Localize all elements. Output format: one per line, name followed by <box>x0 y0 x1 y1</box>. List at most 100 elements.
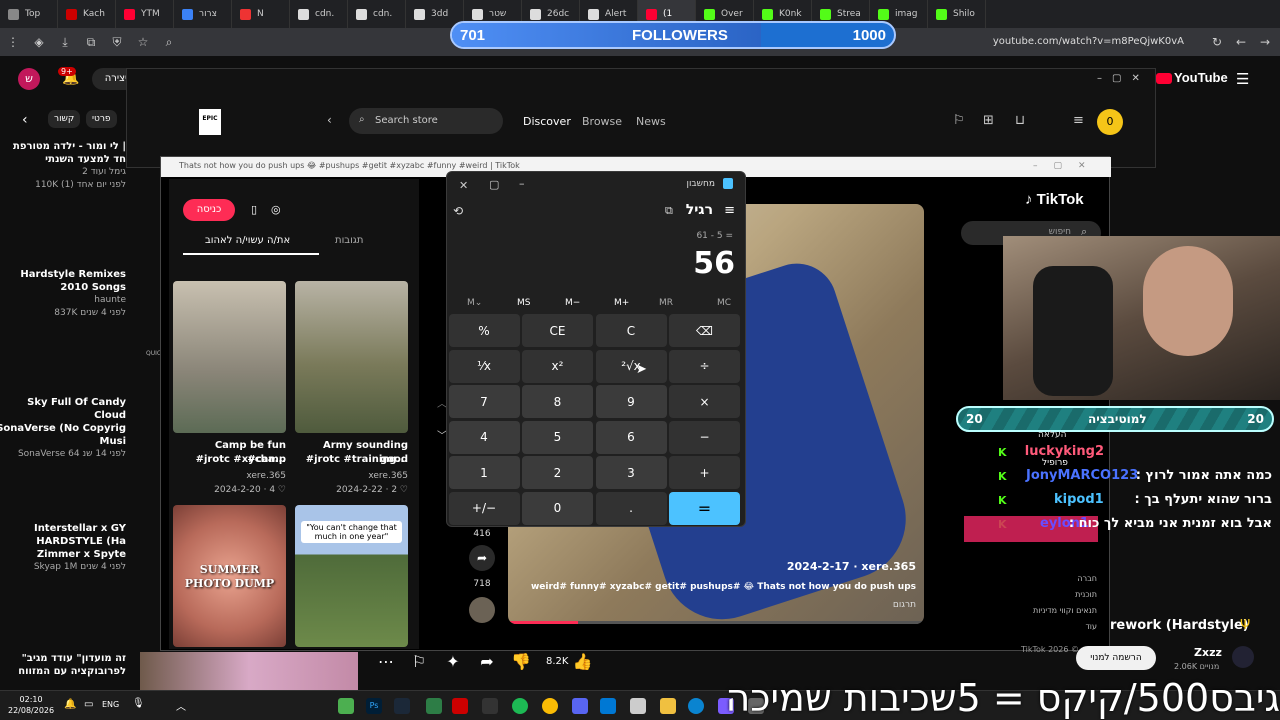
chip-personal[interactable]: פרטי <box>86 110 117 128</box>
download-icon[interactable]: ⤓ <box>58 35 72 50</box>
video-thumbnail[interactable] <box>295 281 408 433</box>
taskbar-app-icon[interactable] <box>426 698 442 714</box>
window-controls[interactable]: –▢✕ <box>1033 161 1102 171</box>
square-root-button[interactable]: ²√x <box>595 349 667 383</box>
video-author[interactable]: xere.365 <box>173 471 286 481</box>
bookmark-icon[interactable]: ⚐ <box>953 113 965 128</box>
memory-add-button[interactable]: M+ <box>614 298 629 308</box>
mic-icon[interactable]: 🎙 <box>132 698 145 709</box>
hamburger-icon[interactable]: ☰ <box>1236 70 1249 88</box>
related-video[interactable]: "זה מועדון" עודד מגיב לפרובוקציה עם המזו… <box>0 652 126 678</box>
related-video[interactable]: Hardstyle Remixes 2010 Songs haunte 837K… <box>0 268 126 320</box>
digit-4-button[interactable]: 4 <box>448 420 520 454</box>
taskbar-app-icon[interactable] <box>452 698 468 714</box>
backspace-button[interactable]: ⌫ <box>669 314 740 347</box>
taskbar-app-icon[interactable] <box>338 698 354 714</box>
video-author[interactable]: xere.365 <box>295 471 408 481</box>
subtract-button[interactable]: − <box>669 420 740 454</box>
digit-7-button[interactable]: 7 <box>448 385 520 418</box>
avatar[interactable]: ש <box>18 68 40 90</box>
cart-icon[interactable]: ⊔ <box>1015 113 1025 128</box>
video-title[interactable]: #jrotc #training... <box>295 453 408 467</box>
dislike-icon[interactable]: 👎 <box>504 652 538 671</box>
video-thumbnail[interactable] <box>173 281 286 433</box>
chip-related[interactable]: קשור <box>48 110 81 128</box>
video-thumbnail[interactable]: "You can't change that much in one year" <box>295 505 408 647</box>
square-button[interactable]: x² <box>522 349 593 383</box>
zoom-icon[interactable]: ⌕ <box>162 35 176 50</box>
steam-icon[interactable] <box>394 698 410 714</box>
clear-button[interactable]: C <box>595 314 667 347</box>
channel-avatar[interactable] <box>1232 646 1254 668</box>
footer-link[interactable]: תנאים וקווי מדיניות <box>997 603 1097 619</box>
notification-icon[interactable]: 🔔 <box>64 699 76 710</box>
browser-tab[interactable]: cdn. <box>290 0 348 28</box>
youtube-logo[interactable]: YouTube <box>1156 70 1228 85</box>
back-icon[interactable]: ‹ <box>327 113 332 127</box>
gift-icon[interactable]: ⊞ <box>983 113 994 128</box>
percent-button[interactable]: % <box>448 314 520 347</box>
shield-icon[interactable]: ⛨ <box>110 35 124 50</box>
discord-icon[interactable] <box>572 698 588 714</box>
video-thumbnail[interactable]: SUMMER PHOTO DUMP <box>173 505 286 647</box>
footer-link[interactable]: תוכנית <box>997 587 1097 603</box>
digit-0-button[interactable]: 0 <box>522 491 593 525</box>
browser-tab[interactable]: צרור <box>174 0 232 28</box>
browser-tab[interactable]: Kach <box>58 0 116 28</box>
video-title[interactable]: #jrotc #xycba... <box>173 453 286 467</box>
epic-nav-news[interactable]: News <box>636 115 666 128</box>
digit-8-button[interactable]: 8 <box>522 385 593 418</box>
subscribe-button[interactable]: הרשמה למנוי <box>1076 646 1156 670</box>
browser-tab[interactable]: Top <box>0 0 58 28</box>
chrome-icon[interactable] <box>542 698 558 714</box>
more-icon[interactable]: ⋯ <box>370 652 402 671</box>
spotify-icon[interactable] <box>512 698 528 714</box>
browser-tab[interactable]: N <box>232 0 290 28</box>
memory-recall-button[interactable]: MR <box>659 298 673 308</box>
browser-tab[interactable]: Shilo <box>928 0 986 28</box>
back-icon[interactable]: ← <box>1234 35 1248 49</box>
epic-avatar[interactable]: 0 <box>1097 109 1123 135</box>
star-icon[interactable]: ☆ <box>136 35 150 49</box>
equals-button[interactable]: = <box>669 491 740 525</box>
hamburger-icon[interactable]: ≡ <box>724 203 735 218</box>
reload-icon[interactable]: ↻ <box>1210 35 1224 49</box>
close-icon[interactable]: ✕ <box>459 179 468 192</box>
keep-on-top-icon[interactable]: ⧉ <box>665 204 673 218</box>
related-video[interactable]: Interstellar x GY HARDSTYLE (Ha Zimmer x… <box>0 522 126 574</box>
browser-tab[interactable]: YTM <box>116 0 174 28</box>
related-video[interactable]: Sky Full Of Candy Cloud SonaVerse (No Co… <box>0 396 126 461</box>
epic-nav-browse[interactable]: Browse <box>582 115 622 128</box>
reciprocal-button[interactable]: ⅟x <box>448 349 520 383</box>
tiktok-logo[interactable]: ♪ TikTok <box>1025 191 1084 208</box>
extension-icon[interactable]: ◈ <box>32 35 46 49</box>
puzzle-icon[interactable]: ⧉ <box>84 35 98 50</box>
negate-button[interactable]: +/− <box>448 491 520 525</box>
footer-link[interactable]: חברה <box>997 571 1097 587</box>
tab-you-may-like[interactable]: את/ה עשוי/ה לאהוב <box>205 235 290 246</box>
add-button[interactable]: + <box>669 456 740 489</box>
history-icon[interactable]: ⟲ <box>453 204 463 218</box>
related-video[interactable]: לי ומור - ילדה מטורפת | חד למצעד השנתי ג… <box>0 140 126 192</box>
login-button[interactable]: כניסה <box>183 199 235 221</box>
clock[interactable]: 02:10 22/08/2026 <box>8 694 54 716</box>
settings-icon[interactable]: ≡ <box>1073 113 1084 128</box>
memory-list-button[interactable]: M⌄ <box>467 298 482 308</box>
photoshop-icon[interactable]: Ps <box>366 698 382 714</box>
taskbar-app-icon[interactable] <box>600 698 616 714</box>
decimal-button[interactable]: . <box>595 491 667 525</box>
clear-entry-button[interactable]: CE <box>522 314 593 347</box>
forward-icon[interactable]: → <box>1258 35 1272 49</box>
footer-link[interactable]: עוד <box>997 619 1097 635</box>
epic-nav-discover[interactable]: Discover <box>523 115 571 128</box>
translate-link[interactable]: תרגום <box>893 600 916 610</box>
channel-name[interactable]: Zxzz <box>1194 646 1222 659</box>
chevron-left-icon[interactable]: ‹ <box>22 112 28 128</box>
sparkle-icon[interactable]: ✦ <box>436 652 470 671</box>
chevron-up-icon[interactable]: ︿ <box>176 698 186 713</box>
thumbnail-strip[interactable] <box>140 652 358 690</box>
digit-5-button[interactable]: 5 <box>522 420 593 454</box>
share-icon[interactable]: ➦ <box>470 652 504 671</box>
save-icon[interactable]: ⚐ <box>402 652 436 671</box>
video-progress-track[interactable] <box>508 621 924 624</box>
